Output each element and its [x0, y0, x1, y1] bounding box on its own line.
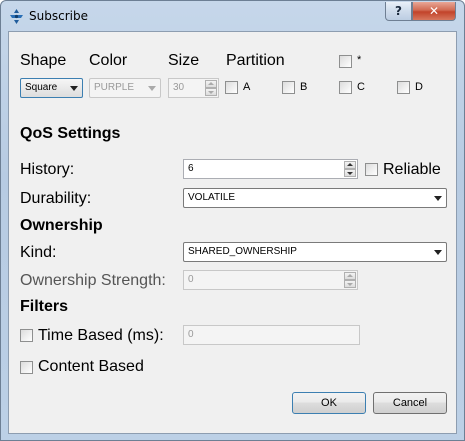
partition-c-label: C [357, 81, 365, 93]
spin-down-icon[interactable] [344, 280, 356, 288]
durability-select[interactable]: VOLATILE [183, 188, 447, 208]
color-label: Color [89, 52, 128, 69]
partition-star-label: * [357, 54, 362, 66]
color-select[interactable]: PURPLE [89, 78, 161, 98]
history-value: 6 [188, 163, 194, 174]
dialog-body: Shape Color Size Partition * Square PURP… [8, 31, 457, 434]
shape-label: Shape [20, 52, 67, 69]
ownership-kind-select-value: SHARED_OWNERSHIP [188, 246, 297, 257]
partition-d-checkbox[interactable] [397, 81, 410, 94]
help-button[interactable]: ? [385, 2, 412, 21]
ownership-heading: Ownership [20, 217, 103, 234]
history-label: History: [20, 161, 75, 178]
partition-b-label: B [300, 81, 308, 93]
time-based-checkbox[interactable] [20, 329, 33, 342]
app-logo-icon [10, 9, 23, 24]
filters-heading: Filters [20, 298, 69, 315]
time-based-input[interactable]: 0 [183, 325, 360, 345]
color-select-value: PURPLE [94, 82, 135, 93]
durability-label: Durability: [20, 190, 92, 207]
subscribe-dialog: Subscribe ? ✕ Shape Color Size Partition… [0, 0, 465, 441]
reliable-checkbox[interactable] [365, 163, 378, 176]
ownership-strength-value: 0 [188, 274, 194, 285]
size-stepper[interactable]: 30 [168, 78, 219, 98]
size-value: 30 [173, 82, 185, 93]
close-button[interactable]: ✕ [412, 2, 456, 21]
chevron-down-icon [70, 86, 78, 91]
partition-label: Partition [226, 52, 285, 69]
partition-a-label: A [243, 81, 251, 93]
spin-down-icon[interactable] [344, 169, 356, 177]
partition-b-checkbox[interactable] [282, 81, 295, 94]
chevron-down-icon [148, 86, 156, 91]
time-based-label: Time Based (ms): [38, 327, 164, 344]
title-bar[interactable]: Subscribe ? ✕ [1, 1, 464, 31]
time-based-value: 0 [188, 329, 194, 340]
shape-select-value: Square [25, 82, 58, 93]
partition-c-checkbox[interactable] [339, 81, 352, 94]
partition-a-checkbox[interactable] [225, 81, 238, 94]
reliable-label: Reliable [383, 161, 441, 178]
spin-up-icon[interactable] [344, 272, 356, 280]
chevron-down-icon [434, 196, 442, 201]
spin-up-icon[interactable] [344, 161, 356, 169]
spin-up-icon[interactable] [205, 80, 217, 88]
chevron-down-icon [434, 250, 442, 255]
kind-label: Kind: [20, 244, 57, 261]
window-title: Subscribe [29, 9, 88, 23]
ownership-strength-stepper[interactable]: 0 [183, 270, 358, 290]
ok-button[interactable]: OK [292, 392, 366, 414]
shape-select[interactable]: Square [20, 78, 83, 98]
ownership-kind-select[interactable]: SHARED_OWNERSHIP [183, 242, 447, 262]
spin-down-icon[interactable] [205, 88, 217, 96]
qos-settings-heading: QoS Settings [20, 125, 121, 142]
cancel-button[interactable]: Cancel [373, 392, 447, 414]
history-stepper[interactable]: 6 [183, 159, 358, 179]
size-label: Size [168, 52, 200, 69]
partition-star-checkbox[interactable] [339, 55, 352, 68]
ownership-strength-label: Ownership Strength: [20, 272, 166, 289]
content-based-checkbox[interactable] [20, 361, 33, 374]
partition-d-label: D [415, 81, 423, 93]
content-based-label: Content Based [38, 358, 144, 375]
durability-select-value: VOLATILE [188, 192, 236, 203]
